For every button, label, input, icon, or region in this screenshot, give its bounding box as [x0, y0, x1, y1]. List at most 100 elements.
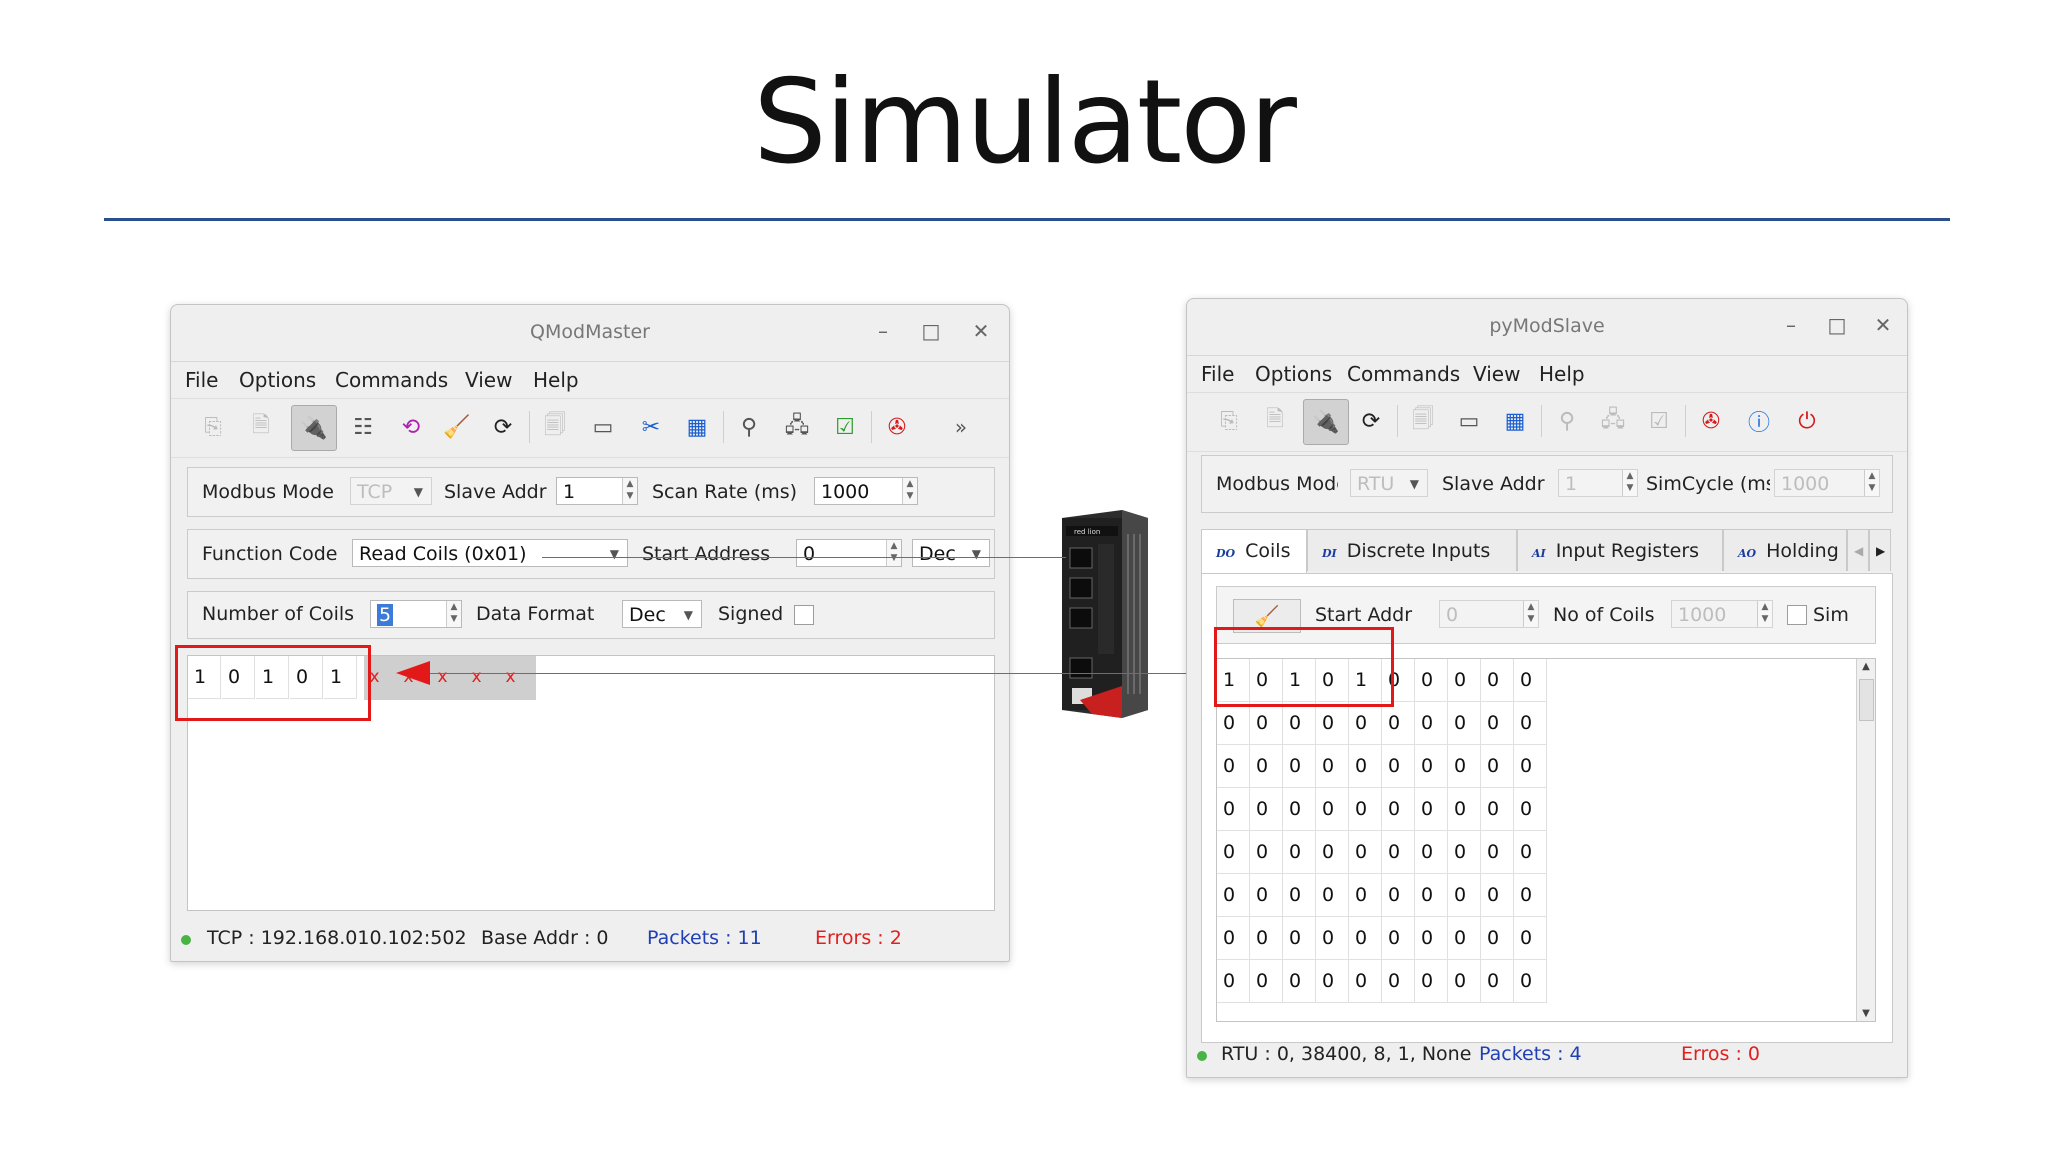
menu-view[interactable]: View: [1473, 362, 1520, 386]
simcycle-spinbox[interactable]: 1000 ▲ ▼: [1774, 469, 1880, 497]
menu-options[interactable]: Options: [1255, 362, 1332, 386]
coil-cell[interactable]: 0: [1349, 745, 1382, 788]
coil-cell[interactable]: 0: [1481, 788, 1514, 831]
coil-cell[interactable]: 0: [1514, 917, 1547, 960]
coil-cell[interactable]: 0: [1481, 917, 1514, 960]
coil-cell[interactable]: 0: [1349, 960, 1382, 1003]
help-lifebuoy-icon[interactable]: ✇: [1695, 405, 1727, 437]
menu-options[interactable]: Options: [239, 368, 316, 392]
minimize-button[interactable]: –: [1777, 311, 1805, 339]
coil-cell[interactable]: 0: [1382, 917, 1415, 960]
menu-file[interactable]: File: [185, 368, 218, 392]
coils-grid[interactable]: 1010100000000000000000000000000000000000…: [1216, 658, 1876, 1022]
tab-discrete-inputs[interactable]: DI Discrete Inputs: [1307, 529, 1517, 571]
coil-cell[interactable]: 0: [1349, 788, 1382, 831]
scroll-thumb[interactable]: [1859, 679, 1874, 721]
coil-cell[interactable]: 0: [1349, 917, 1382, 960]
coil-cell[interactable]: 0: [1481, 960, 1514, 1003]
close-button[interactable]: ✕: [1869, 311, 1897, 339]
sim-checkbox[interactable]: [1787, 605, 1807, 625]
address-format-select[interactable]: Dec ▼: [912, 539, 990, 567]
coil-cell[interactable]: 0: [1316, 745, 1349, 788]
coil-cell[interactable]: 0: [1316, 788, 1349, 831]
menu-help[interactable]: Help: [1539, 362, 1585, 386]
coil-cell[interactable]: 0: [1382, 831, 1415, 874]
coil-cell[interactable]: 0: [1448, 960, 1481, 1003]
coil-cell[interactable]: 0: [1415, 659, 1448, 702]
bus-monitor-icon[interactable]: ▭: [1453, 405, 1485, 437]
tab-input-registers[interactable]: AI Input Registers: [1517, 529, 1723, 571]
read-write-icon[interactable]: ☷: [347, 411, 379, 443]
menu-commands[interactable]: Commands: [335, 368, 448, 392]
start-address-spinbox[interactable]: 0 ▲ ▼: [796, 539, 902, 567]
coil-cell[interactable]: 0: [1481, 874, 1514, 917]
no-of-coils-spinbox[interactable]: 1000 ▲ ▼: [1671, 600, 1773, 628]
coil-cell[interactable]: 0: [1382, 960, 1415, 1003]
coil-cell[interactable]: 0: [1514, 960, 1547, 1003]
slave-addr-spinbox[interactable]: 1 ▲ ▼: [1558, 469, 1638, 497]
tab-holding-registers[interactable]: AOHolding Registers: [1723, 529, 1847, 571]
settings-icon[interactable]: ⚲: [1551, 405, 1583, 437]
scroll-up-icon[interactable]: ▲: [1857, 661, 1875, 672]
coil-cell[interactable]: 0: [1415, 874, 1448, 917]
coil-cell[interactable]: 0: [1250, 960, 1283, 1003]
table-icon[interactable]: ▦: [681, 411, 713, 443]
maximize-button[interactable]: □: [1823, 311, 1851, 339]
minimize-button[interactable]: –: [869, 317, 897, 345]
coil-cell[interactable]: 0: [1448, 831, 1481, 874]
connect-plug-icon[interactable]: 🔌: [1303, 399, 1349, 445]
power-exit-icon[interactable]: ⏻: [1791, 405, 1823, 437]
qmodmaster-titlebar[interactable]: QModMaster – □ ✕: [171, 305, 1009, 362]
coil-cell[interactable]: 0: [1250, 831, 1283, 874]
toolbar-overflow-icon[interactable]: »: [945, 411, 977, 443]
tab-scroll-left-icon[interactable]: ◀: [1847, 529, 1869, 571]
coil-cell[interactable]: 0: [1415, 788, 1448, 831]
coil-cell[interactable]: 0: [1250, 702, 1283, 745]
coil-cell[interactable]: 0: [1514, 745, 1547, 788]
tab-scroll-right-icon[interactable]: ▶: [1869, 529, 1891, 571]
coil-cell[interactable]: 0: [1514, 874, 1547, 917]
coil-cell[interactable]: 0: [1316, 917, 1349, 960]
menu-view[interactable]: View: [465, 368, 512, 392]
refresh-icon[interactable]: ⟳: [1355, 405, 1387, 437]
checklist-icon[interactable]: ☑: [1643, 405, 1675, 437]
help-lifebuoy-icon[interactable]: ✇: [881, 411, 913, 443]
coil-cell[interactable]: 0: [1481, 745, 1514, 788]
coil-cell[interactable]: 0: [1217, 745, 1250, 788]
connect-plug-icon[interactable]: 🔌: [291, 405, 337, 451]
maximize-button[interactable]: □: [917, 317, 945, 345]
coil-cell[interactable]: 0: [1316, 702, 1349, 745]
menu-help[interactable]: Help: [533, 368, 579, 392]
coil-cell[interactable]: 0: [1448, 659, 1481, 702]
coil-cell[interactable]: 0: [1514, 831, 1547, 874]
tools-icon[interactable]: ✂: [635, 411, 667, 443]
scroll-down-icon[interactable]: ▼: [1857, 1008, 1875, 1019]
coil-cell[interactable]: 0: [1217, 917, 1250, 960]
coil-cell[interactable]: 0: [1382, 788, 1415, 831]
signed-checkbox[interactable]: [794, 605, 814, 625]
coil-cell[interactable]: 0: [1283, 960, 1316, 1003]
coil-cell[interactable]: 0: [1382, 874, 1415, 917]
coil-cell[interactable]: 0: [1382, 702, 1415, 745]
coil-cell[interactable]: 0: [1415, 960, 1448, 1003]
coil-cell[interactable]: 0: [1415, 702, 1448, 745]
coil-cell[interactable]: 0: [1514, 659, 1547, 702]
coil-cell[interactable]: 0: [1217, 960, 1250, 1003]
coil-cell[interactable]: 0: [1316, 960, 1349, 1003]
coil-cell[interactable]: 0: [1382, 745, 1415, 788]
data-format-select[interactable]: Dec ▼: [622, 600, 702, 628]
clear-broom-icon[interactable]: 🧹: [441, 411, 473, 443]
function-code-select[interactable]: Read Coils (0x01) ▼: [352, 539, 628, 567]
number-of-coils-spinbox[interactable]: 5 ▲ ▼: [370, 600, 462, 628]
save-session-icon[interactable]: 🗎: [245, 411, 277, 443]
slave-addr-spinbox[interactable]: 1 ▲ ▼: [556, 477, 638, 505]
checklist-icon[interactable]: ☑: [829, 411, 861, 443]
log-icon[interactable]: 🗐: [539, 411, 571, 443]
bus-monitor-icon[interactable]: ▭: [587, 411, 619, 443]
load-session-icon[interactable]: ⎘: [1213, 405, 1245, 437]
coil-cell[interactable]: 0: [1415, 831, 1448, 874]
coil-cell[interactable]: 0: [1217, 788, 1250, 831]
modbus-mode-select[interactable]: TCP ▼: [350, 477, 432, 505]
coil-cell[interactable]: 0: [1250, 788, 1283, 831]
coil-cell[interactable]: 0: [1514, 702, 1547, 745]
